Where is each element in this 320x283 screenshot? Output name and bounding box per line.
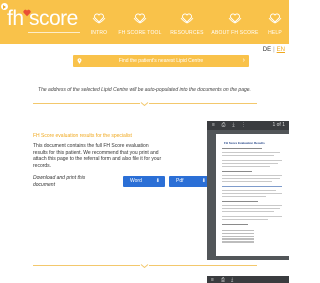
preview-text-line: [222, 171, 252, 173]
print-icon[interactable]: ⎙: [221, 277, 225, 283]
download-icon: ⬇: [201, 178, 206, 184]
preview-text-line: [222, 216, 282, 218]
preview-page: FH Score Evaluation Results: [216, 134, 289, 256]
download-word-button[interactable]: Word ⬇: [123, 176, 165, 187]
main-nav: Intro FH score tool Resources: [83, 0, 289, 44]
preview-text-line: [222, 178, 280, 180]
heart-hands-icon: [268, 13, 282, 24]
more-icon[interactable]: ⋮: [241, 123, 246, 128]
download-instruction: Download and print this document: [33, 175, 86, 188]
heart-hands-icon: [180, 13, 194, 24]
preview-text-line: [222, 211, 274, 213]
preview-text-line: [222, 186, 282, 188]
nav-item-intro[interactable]: Intro: [83, 0, 115, 44]
preview-text-line: [222, 175, 282, 177]
download-pdf-button[interactable]: Pdf ⬇: [169, 176, 211, 187]
preview-table: [222, 230, 254, 244]
nav-label: Intro: [90, 30, 108, 36]
preview-text-line: [222, 190, 276, 192]
pdf-button-label: Pdf: [176, 178, 184, 184]
preview-text-line: [222, 219, 268, 221]
chevron-down-icon: [140, 101, 149, 107]
heart-hands-icon: [228, 13, 242, 24]
heart-hands-icon: [133, 13, 147, 24]
preview-text-line: [222, 205, 282, 207]
print-icon[interactable]: ⎙: [221, 123, 226, 128]
lang-de-link[interactable]: DE: [263, 47, 271, 53]
page-indicator: 1 of 1: [272, 122, 285, 128]
preview-text-line: [222, 163, 278, 165]
preview-text-line: [222, 181, 272, 183]
nav-item-fh-score-tool[interactable]: FH score tool: [115, 0, 165, 44]
chevron-right-icon: ›: [242, 57, 245, 64]
nav-label: About FH score: [211, 30, 259, 36]
language-switcher: DE | EN: [263, 47, 285, 53]
lang-en-link[interactable]: EN: [277, 47, 285, 53]
page: fh score Intro FH score tool: [0, 0, 289, 283]
download-icon[interactable]: ⤓: [231, 277, 233, 283]
preview-text-line: [222, 148, 262, 150]
chevron-down-icon: [140, 263, 149, 269]
preview-text-line: [222, 166, 270, 168]
preview-toolbar: ≡ ⎙ ⤓ ⋮ 1 of 1: [207, 121, 289, 130]
logo-score-text: score: [29, 7, 78, 30]
download-icon[interactable]: ⤓: [231, 123, 236, 128]
auto-populate-note: The address of the selected Lipid Centre…: [38, 87, 251, 93]
header-bar: fh score Intro FH score tool: [0, 0, 289, 44]
nav-item-resources[interactable]: Resources: [165, 0, 209, 44]
preview-text-line: [222, 208, 280, 210]
preview-text-line: [222, 201, 258, 203]
preview-text-line: [222, 196, 266, 198]
lang-separator: |: [273, 47, 275, 53]
fh-score-logo[interactable]: fh score: [4, 5, 84, 39]
find-lipid-centre-label: Find the patient's nearest Lipid Centre: [118, 58, 204, 64]
map-pin-icon: [77, 58, 82, 64]
nav-item-about[interactable]: About FH score: [209, 0, 261, 44]
download-icon: ⬇: [155, 178, 160, 184]
word-button-label: Word: [130, 178, 142, 184]
preview-text-line: [222, 224, 248, 226]
nav-label: Help: [268, 30, 282, 36]
preview-text-line: [222, 152, 280, 154]
find-lipid-centre-button[interactable]: Find the patient's nearest Lipid Centre …: [73, 55, 249, 67]
menu-icon[interactable]: ≡: [211, 277, 214, 283]
menu-icon[interactable]: ≡: [211, 123, 216, 128]
logo-tagline: [28, 32, 80, 36]
nav-label: Resources: [170, 30, 204, 36]
results-section-title: FH Score evaluation results for the spec…: [33, 133, 132, 139]
nav-item-help[interactable]: Help: [261, 0, 289, 44]
results-description: This document contains the full FH Score…: [33, 143, 162, 169]
nav-label: FH score tool: [118, 30, 162, 36]
logo-fh-text: fh: [7, 7, 24, 30]
preview-doc-title: FH Score Evaluation Results: [224, 141, 265, 145]
document-preview[interactable]: ≡ ⎙ ⤓ ⋮ 1 of 1 FH Score Evaluation Resul…: [207, 121, 289, 260]
heart-hands-icon: [92, 13, 106, 24]
document-preview-2-toolbar: ≡ ⎙ ⤓: [207, 276, 289, 283]
preview-text-line: [222, 155, 274, 157]
preview-text-line: [222, 160, 282, 162]
preview-text-line: [222, 193, 282, 195]
